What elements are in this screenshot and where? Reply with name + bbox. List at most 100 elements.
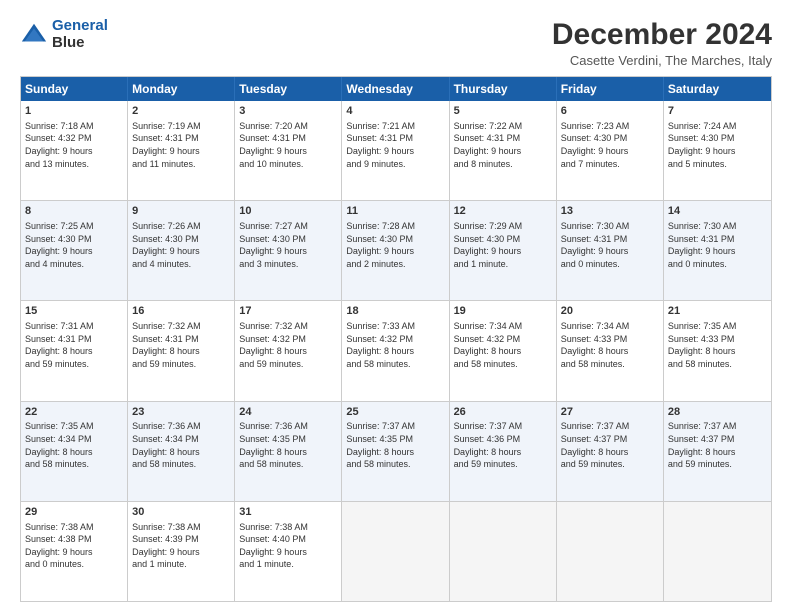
calendar-cell: 30Sunrise: 7:38 AM Sunset: 4:39 PM Dayli… bbox=[128, 502, 235, 601]
calendar-week-5: 29Sunrise: 7:38 AM Sunset: 4:38 PM Dayli… bbox=[21, 502, 771, 601]
day-number: 26 bbox=[454, 405, 552, 420]
calendar-cell: 9Sunrise: 7:26 AM Sunset: 4:30 PM Daylig… bbox=[128, 201, 235, 300]
calendar-cell: 1Sunrise: 7:18 AM Sunset: 4:32 PM Daylig… bbox=[21, 101, 128, 200]
header-day-friday: Friday bbox=[557, 77, 664, 101]
header-day-thursday: Thursday bbox=[450, 77, 557, 101]
calendar-cell: 27Sunrise: 7:37 AM Sunset: 4:37 PM Dayli… bbox=[557, 402, 664, 501]
calendar-cell: 21Sunrise: 7:35 AM Sunset: 4:33 PM Dayli… bbox=[664, 301, 771, 400]
calendar-cell: 3Sunrise: 7:20 AM Sunset: 4:31 PM Daylig… bbox=[235, 101, 342, 200]
cell-info: Sunrise: 7:33 AM Sunset: 4:32 PM Dayligh… bbox=[346, 320, 444, 370]
day-number: 1 bbox=[25, 104, 123, 119]
day-number: 29 bbox=[25, 505, 123, 520]
cell-info: Sunrise: 7:22 AM Sunset: 4:31 PM Dayligh… bbox=[454, 120, 552, 170]
cell-info: Sunrise: 7:36 AM Sunset: 4:34 PM Dayligh… bbox=[132, 420, 230, 470]
day-number: 20 bbox=[561, 304, 659, 319]
calendar: SundayMondayTuesdayWednesdayThursdayFrid… bbox=[20, 76, 772, 602]
cell-info: Sunrise: 7:38 AM Sunset: 4:38 PM Dayligh… bbox=[25, 521, 123, 571]
header-day-wednesday: Wednesday bbox=[342, 77, 449, 101]
header-day-tuesday: Tuesday bbox=[235, 77, 342, 101]
day-number: 10 bbox=[239, 204, 337, 219]
calendar-cell: 12Sunrise: 7:29 AM Sunset: 4:30 PM Dayli… bbox=[450, 201, 557, 300]
calendar-cell: 10Sunrise: 7:27 AM Sunset: 4:30 PM Dayli… bbox=[235, 201, 342, 300]
calendar-cell: 11Sunrise: 7:28 AM Sunset: 4:30 PM Dayli… bbox=[342, 201, 449, 300]
cell-info: Sunrise: 7:18 AM Sunset: 4:32 PM Dayligh… bbox=[25, 120, 123, 170]
calendar-cell: 22Sunrise: 7:35 AM Sunset: 4:34 PM Dayli… bbox=[21, 402, 128, 501]
header: General Blue December 2024 Casette Verdi… bbox=[20, 18, 772, 68]
calendar-cell: 20Sunrise: 7:34 AM Sunset: 4:33 PM Dayli… bbox=[557, 301, 664, 400]
day-number: 12 bbox=[454, 204, 552, 219]
cell-info: Sunrise: 7:26 AM Sunset: 4:30 PM Dayligh… bbox=[132, 220, 230, 270]
calendar-cell bbox=[450, 502, 557, 601]
cell-info: Sunrise: 7:36 AM Sunset: 4:35 PM Dayligh… bbox=[239, 420, 337, 470]
cell-info: Sunrise: 7:35 AM Sunset: 4:33 PM Dayligh… bbox=[668, 320, 767, 370]
cell-info: Sunrise: 7:32 AM Sunset: 4:31 PM Dayligh… bbox=[132, 320, 230, 370]
day-number: 2 bbox=[132, 104, 230, 119]
day-number: 17 bbox=[239, 304, 337, 319]
calendar-cell: 14Sunrise: 7:30 AM Sunset: 4:31 PM Dayli… bbox=[664, 201, 771, 300]
day-number: 24 bbox=[239, 405, 337, 420]
calendar-cell: 8Sunrise: 7:25 AM Sunset: 4:30 PM Daylig… bbox=[21, 201, 128, 300]
calendar-cell: 6Sunrise: 7:23 AM Sunset: 4:30 PM Daylig… bbox=[557, 101, 664, 200]
cell-info: Sunrise: 7:37 AM Sunset: 4:35 PM Dayligh… bbox=[346, 420, 444, 470]
calendar-cell: 5Sunrise: 7:22 AM Sunset: 4:31 PM Daylig… bbox=[450, 101, 557, 200]
cell-info: Sunrise: 7:38 AM Sunset: 4:39 PM Dayligh… bbox=[132, 521, 230, 571]
day-number: 3 bbox=[239, 104, 337, 119]
calendar-cell: 29Sunrise: 7:38 AM Sunset: 4:38 PM Dayli… bbox=[21, 502, 128, 601]
cell-info: Sunrise: 7:32 AM Sunset: 4:32 PM Dayligh… bbox=[239, 320, 337, 370]
cell-info: Sunrise: 7:29 AM Sunset: 4:30 PM Dayligh… bbox=[454, 220, 552, 270]
title-block: December 2024 Casette Verdini, The March… bbox=[552, 18, 772, 68]
day-number: 6 bbox=[561, 104, 659, 119]
day-number: 25 bbox=[346, 405, 444, 420]
logo-text: General Blue bbox=[52, 18, 108, 51]
cell-info: Sunrise: 7:35 AM Sunset: 4:34 PM Dayligh… bbox=[25, 420, 123, 470]
calendar-cell: 23Sunrise: 7:36 AM Sunset: 4:34 PM Dayli… bbox=[128, 402, 235, 501]
logo: General Blue bbox=[20, 18, 108, 51]
cell-info: Sunrise: 7:38 AM Sunset: 4:40 PM Dayligh… bbox=[239, 521, 337, 571]
cell-info: Sunrise: 7:37 AM Sunset: 4:37 PM Dayligh… bbox=[668, 420, 767, 470]
cell-info: Sunrise: 7:37 AM Sunset: 4:37 PM Dayligh… bbox=[561, 420, 659, 470]
calendar-week-1: 1Sunrise: 7:18 AM Sunset: 4:32 PM Daylig… bbox=[21, 101, 771, 201]
day-number: 28 bbox=[668, 405, 767, 420]
day-number: 8 bbox=[25, 204, 123, 219]
day-number: 18 bbox=[346, 304, 444, 319]
subtitle: Casette Verdini, The Marches, Italy bbox=[552, 53, 772, 68]
cell-info: Sunrise: 7:25 AM Sunset: 4:30 PM Dayligh… bbox=[25, 220, 123, 270]
calendar-week-4: 22Sunrise: 7:35 AM Sunset: 4:34 PM Dayli… bbox=[21, 402, 771, 502]
page: General Blue December 2024 Casette Verdi… bbox=[0, 0, 792, 612]
calendar-cell bbox=[342, 502, 449, 601]
day-number: 4 bbox=[346, 104, 444, 119]
calendar-cell: 18Sunrise: 7:33 AM Sunset: 4:32 PM Dayli… bbox=[342, 301, 449, 400]
cell-info: Sunrise: 7:34 AM Sunset: 4:32 PM Dayligh… bbox=[454, 320, 552, 370]
calendar-cell: 24Sunrise: 7:36 AM Sunset: 4:35 PM Dayli… bbox=[235, 402, 342, 501]
header-day-monday: Monday bbox=[128, 77, 235, 101]
logo-icon bbox=[20, 21, 48, 49]
main-title: December 2024 bbox=[552, 18, 772, 51]
calendar-week-3: 15Sunrise: 7:31 AM Sunset: 4:31 PM Dayli… bbox=[21, 301, 771, 401]
calendar-cell: 2Sunrise: 7:19 AM Sunset: 4:31 PM Daylig… bbox=[128, 101, 235, 200]
calendar-cell: 25Sunrise: 7:37 AM Sunset: 4:35 PM Dayli… bbox=[342, 402, 449, 501]
cell-info: Sunrise: 7:19 AM Sunset: 4:31 PM Dayligh… bbox=[132, 120, 230, 170]
cell-info: Sunrise: 7:27 AM Sunset: 4:30 PM Dayligh… bbox=[239, 220, 337, 270]
cell-info: Sunrise: 7:20 AM Sunset: 4:31 PM Dayligh… bbox=[239, 120, 337, 170]
cell-info: Sunrise: 7:21 AM Sunset: 4:31 PM Dayligh… bbox=[346, 120, 444, 170]
header-day-saturday: Saturday bbox=[664, 77, 771, 101]
cell-info: Sunrise: 7:30 AM Sunset: 4:31 PM Dayligh… bbox=[561, 220, 659, 270]
day-number: 5 bbox=[454, 104, 552, 119]
calendar-week-2: 8Sunrise: 7:25 AM Sunset: 4:30 PM Daylig… bbox=[21, 201, 771, 301]
day-number: 23 bbox=[132, 405, 230, 420]
calendar-body: 1Sunrise: 7:18 AM Sunset: 4:32 PM Daylig… bbox=[21, 101, 771, 601]
day-number: 22 bbox=[25, 405, 123, 420]
day-number: 30 bbox=[132, 505, 230, 520]
calendar-cell: 26Sunrise: 7:37 AM Sunset: 4:36 PM Dayli… bbox=[450, 402, 557, 501]
day-number: 27 bbox=[561, 405, 659, 420]
cell-info: Sunrise: 7:37 AM Sunset: 4:36 PM Dayligh… bbox=[454, 420, 552, 470]
header-day-sunday: Sunday bbox=[21, 77, 128, 101]
calendar-header: SundayMondayTuesdayWednesdayThursdayFrid… bbox=[21, 77, 771, 101]
day-number: 11 bbox=[346, 204, 444, 219]
calendar-cell bbox=[664, 502, 771, 601]
calendar-cell: 13Sunrise: 7:30 AM Sunset: 4:31 PM Dayli… bbox=[557, 201, 664, 300]
calendar-cell: 17Sunrise: 7:32 AM Sunset: 4:32 PM Dayli… bbox=[235, 301, 342, 400]
day-number: 21 bbox=[668, 304, 767, 319]
cell-info: Sunrise: 7:24 AM Sunset: 4:30 PM Dayligh… bbox=[668, 120, 767, 170]
calendar-cell: 4Sunrise: 7:21 AM Sunset: 4:31 PM Daylig… bbox=[342, 101, 449, 200]
